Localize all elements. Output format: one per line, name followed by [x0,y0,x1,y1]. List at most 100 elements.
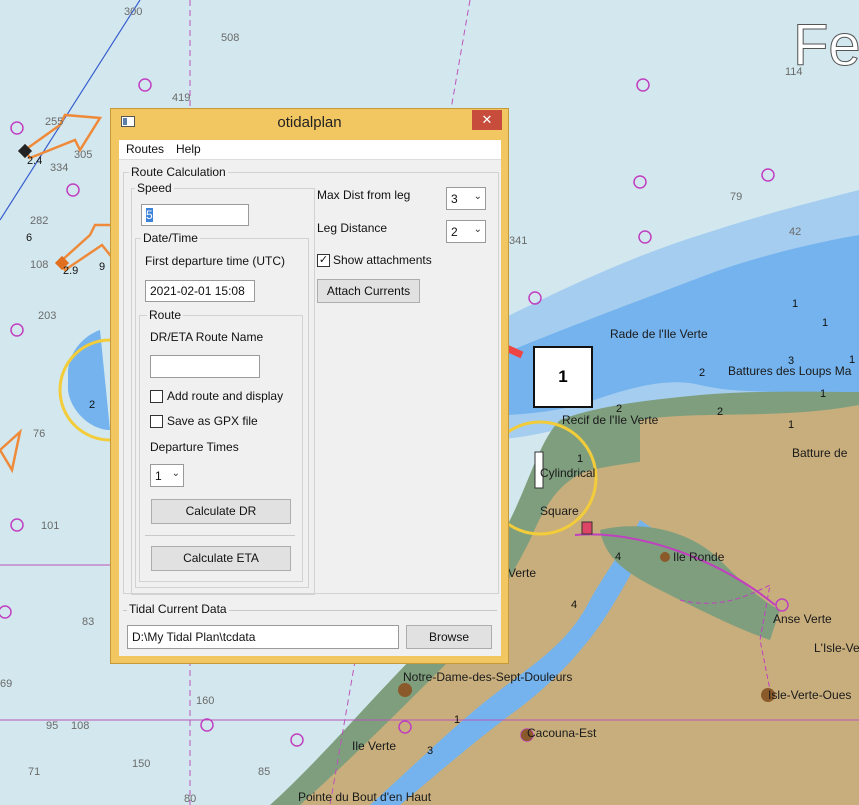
depth-sounding: 42 [789,226,802,238]
map-place-label: Ile Verte [352,739,397,753]
save-gpx-checkbox[interactable] [150,415,163,428]
depth-sounding: 79 [730,191,743,203]
depth-sounding: 203 [38,310,57,322]
window-title: otidalplan [277,114,342,131]
map-place-label: Isle-Verte-Oues [768,688,852,702]
menu-bar: Routes Help [119,140,501,160]
max-dist-value: 3 [451,192,458,206]
depth-sounding: 108 [30,259,49,271]
speed-label: Speed [135,181,174,195]
datetime-title: Date/Time [141,231,200,245]
calculate-eta-button[interactable]: Calculate ETA [151,546,291,571]
browse-button[interactable]: Browse [406,625,492,649]
tidal-data-path-input[interactable]: D:\My Tidal Plan\tcdata [127,625,399,649]
depth-sounding: 85 [258,766,271,778]
route-calculation-title: Route Calculation [129,165,228,179]
depth-sounding: 114 [785,66,803,78]
depth-sounding: 69 [0,678,13,690]
first-departure-input[interactable]: 2021-02-01 15:08 [145,280,255,302]
depth-sounding: 2.4 [27,155,43,167]
map-place-label: Square [540,504,579,518]
depth-sounding: 6 [26,232,33,244]
depth-sounding: 76 [33,428,46,440]
window-client-area: Routes Help Route Calculation Speed 5 Da… [119,140,501,656]
divider [145,535,295,536]
depth-sounding: 341 [509,235,528,247]
menu-help[interactable]: Help [176,142,201,156]
depth-sounding: 83 [82,616,95,628]
show-attachments-label: Show attachments [333,253,432,267]
depth-sounding: 2.9 [63,265,79,277]
depth-sounding: 108 [71,720,90,732]
route-name-label: DR/ETA Route Name [150,330,264,344]
map-place-label: Anse Verte [773,612,832,626]
speed-value: 5 [146,208,153,222]
depth-sounding: 334 [50,162,69,174]
depth-sounding: 1 [788,419,795,431]
depth-sounding: 508 [221,32,240,44]
map-place-label: Batture de [792,446,848,460]
depth-sounding: 3 [788,355,795,367]
depth-sounding: 150 [132,758,151,770]
tidal-current-title: Tidal Current Data [127,602,229,616]
depth-sounding: 419 [172,92,191,104]
save-gpx-label: Save as GPX file [167,414,258,428]
route-title: Route [147,308,184,322]
departure-times-value: 1 [155,469,162,483]
chevron-down-icon: ⌄ [473,224,482,235]
callout-1: 1 [533,346,593,408]
map-place-label: Recif de l'Ile Verte [562,413,659,427]
depth-sounding: 160 [196,695,215,707]
add-route-label: Add route and display [167,389,284,403]
depth-sounding: 80 [184,793,197,805]
map-place-label: L'Isle-Ve [814,641,859,655]
show-attachments-checkbox[interactable]: ✓ [317,254,330,267]
depth-sounding: 1 [849,354,856,366]
checkmark-icon: ✓ [318,254,329,266]
attach-currents-button[interactable]: Attach Currents [317,279,420,303]
map-place-label: Rade de l'Ile Verte [610,327,708,341]
chevron-down-icon: ⌄ [473,191,482,202]
depth-sounding: 2 [717,406,724,418]
chevron-down-icon: ⌄ [171,468,180,479]
depth-sounding: 4 [615,551,622,563]
departure-times-label: Departure Times [150,440,239,454]
map-place-label: Pointe du Bout d'en Haut [298,790,432,804]
calculate-dr-button[interactable]: Calculate DR [151,499,291,524]
depth-sounding: 1 [792,298,799,310]
map-place-label: Cylindrical [540,466,596,480]
depth-sounding: 305 [74,149,93,161]
route-name-input[interactable] [150,355,260,378]
max-dist-select[interactable]: 3 ⌄ [446,187,486,210]
leg-distance-value: 2 [451,225,458,239]
depth-sounding: 282 [30,215,49,227]
depth-sounding: 1 [577,453,584,465]
leg-distance-select[interactable]: 2 ⌄ [446,220,486,243]
close-button[interactable]: ✕ [472,110,502,130]
depth-sounding: 300 [124,6,143,18]
depth-sounding: 2 [616,403,623,415]
depth-sounding: 9 [99,261,106,273]
depth-sounding: 1 [822,317,829,329]
max-dist-label: Max Dist from leg [317,188,411,202]
map-place-label: Ile Ronde [673,550,725,564]
leg-distance-label: Leg Distance [317,221,388,235]
map-place-label: Cacouna-Est [527,726,597,740]
map-large-label: Fe [793,13,859,79]
add-route-checkbox[interactable] [150,390,163,403]
depth-sounding: 101 [41,520,60,532]
depth-sounding: 2 [699,367,706,379]
departure-times-select[interactable]: 1 ⌄ [150,464,184,487]
depth-sounding: 4 [571,599,578,611]
depth-sounding: 71 [28,766,41,778]
title-bar[interactable]: otidalplan ✕ [111,109,508,134]
depth-sounding: 1 [820,388,827,400]
depth-sounding: 255 [45,116,64,128]
depth-sounding: 2 [89,399,96,411]
menu-routes[interactable]: Routes [126,142,164,156]
depth-sounding: 1 [454,714,461,726]
depth-sounding: 3 [427,745,434,757]
map-place-label: Notre-Dame-des-Sept-Douleurs [403,670,573,684]
map-place-label: Verte [508,566,537,580]
speed-input[interactable]: 5 [141,204,249,226]
